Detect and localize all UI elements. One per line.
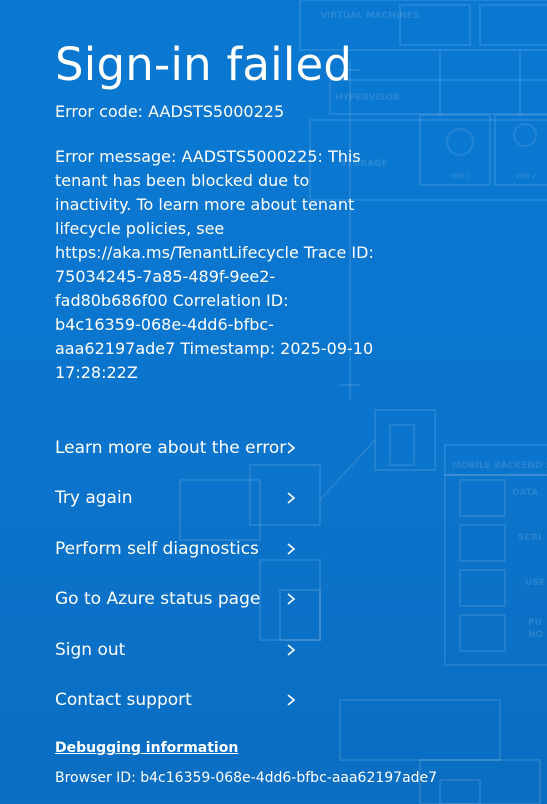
chevron-right-icon bbox=[287, 694, 296, 706]
action-label: Perform self diagnostics bbox=[55, 538, 259, 559]
bg-label-notify: NO bbox=[528, 630, 544, 640]
contact-support-link[interactable]: Contact support bbox=[55, 683, 315, 733]
sign-out-link[interactable]: Sign out bbox=[55, 633, 315, 683]
chevron-right-icon bbox=[287, 543, 296, 555]
browser-id: Browser ID: b4c16359-068e-4dd6-bfbc-aaa6… bbox=[55, 770, 438, 786]
azure-status-link[interactable]: Go to Azure status page bbox=[55, 582, 315, 632]
action-label: Learn more about the error bbox=[55, 438, 287, 458]
bg-label-users: USE bbox=[525, 578, 545, 588]
learn-more-link[interactable]: Learn more about the error bbox=[55, 431, 315, 481]
error-code: Error code: AADSTS5000225 bbox=[55, 102, 285, 121]
bg-label-push: PU bbox=[528, 618, 542, 628]
action-label: Sign out bbox=[55, 639, 126, 660]
action-label: Go to Azure status page bbox=[55, 589, 261, 610]
try-again-link[interactable]: Try again bbox=[55, 481, 315, 531]
bg-label-vhd1: VHD 1 bbox=[450, 173, 471, 180]
debugging-information-link[interactable]: Debugging information bbox=[55, 738, 238, 758]
chevron-right-icon bbox=[287, 643, 296, 656]
bg-label-vhd2: VHD 2 bbox=[515, 173, 536, 180]
error-message: Error message: AADSTS5000225: This tenan… bbox=[55, 147, 374, 382]
action-list: Learn more about the error Try again Per… bbox=[55, 431, 315, 733]
bg-label-mobile-backend: MOBILE BACKEND S bbox=[452, 461, 547, 471]
chevron-right-icon bbox=[287, 442, 296, 454]
chevron-right-icon bbox=[287, 492, 296, 505]
bg-label-data: DATA bbox=[512, 488, 538, 498]
self-diagnostics-link[interactable]: Perform self diagnostics bbox=[55, 532, 315, 582]
action-label: Contact support bbox=[55, 689, 192, 710]
chevron-right-icon bbox=[287, 593, 296, 605]
bg-label-script: SCRI bbox=[518, 533, 541, 543]
bg-label-hypervisor: HYPERVISOR bbox=[335, 93, 400, 103]
page-title: Sign-in failed bbox=[55, 38, 353, 91]
action-label: Try again bbox=[55, 488, 133, 509]
bg-label-virtual-machines: VIRTUAL MACHINES bbox=[320, 11, 419, 21]
